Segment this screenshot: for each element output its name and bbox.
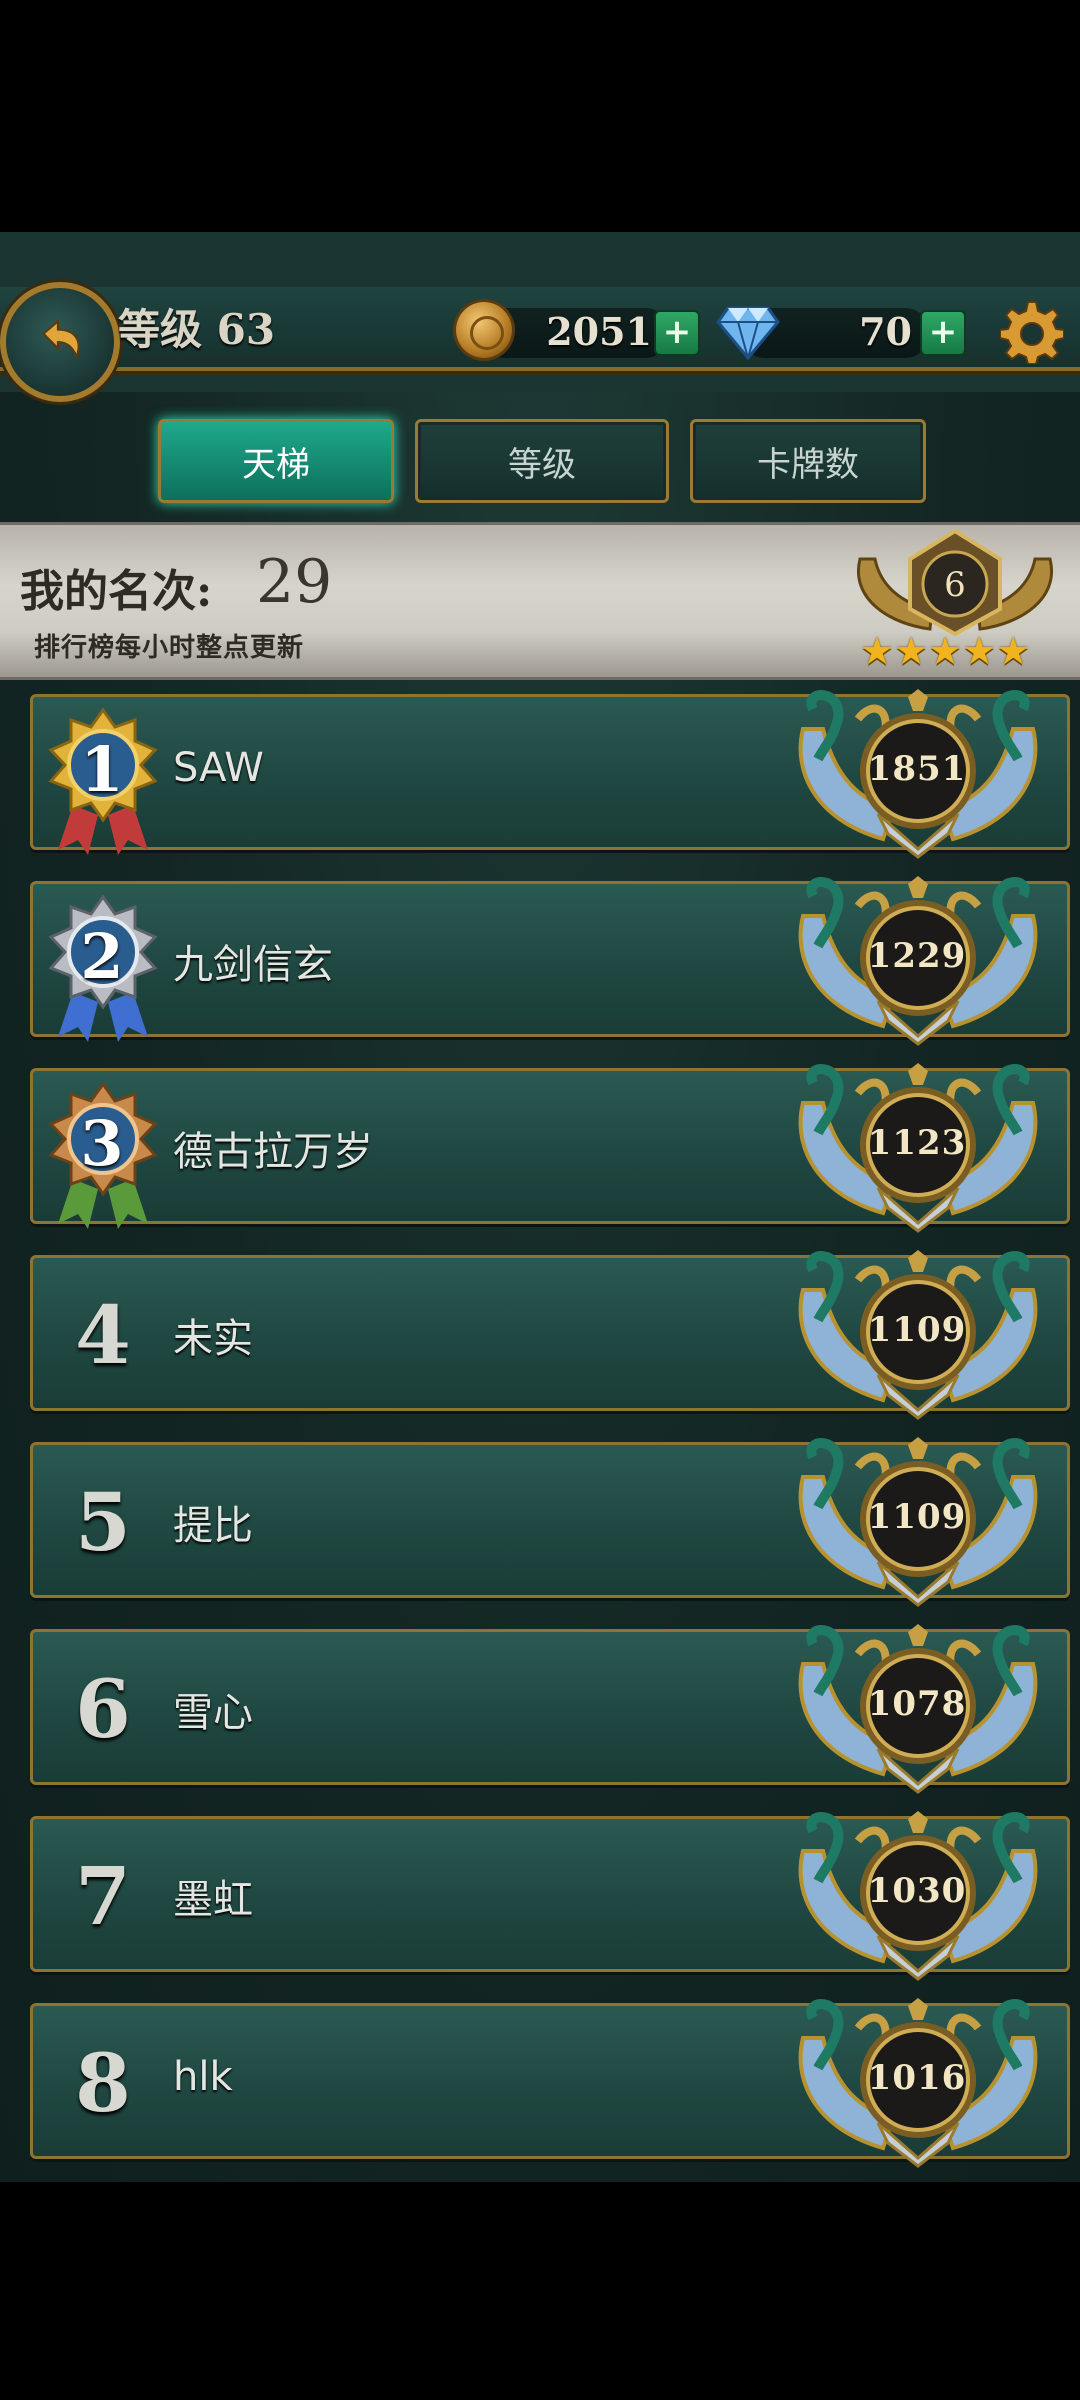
player-name: 九剑信玄: [173, 942, 333, 988]
rank-number: 2: [80, 920, 124, 993]
back-button[interactable]: [0, 282, 120, 402]
tab-level[interactable]: 等级: [415, 419, 669, 503]
ladder-score: 1016: [867, 2058, 967, 2098]
player-level: 等级 63: [118, 305, 276, 354]
rank-number: 4: [75, 1288, 131, 1382]
tab-ladder[interactable]: 天梯: [158, 419, 394, 503]
ladder-score: 1851: [867, 749, 967, 789]
game-screen: 等级 63 2051 + 70 + 天梯 等级 卡牌数 我的名次: 29 排行榜…: [0, 232, 1080, 2182]
player-name: hlk: [173, 2054, 233, 2100]
my-rank-value: 29: [256, 547, 333, 617]
player-name: 墨虹: [173, 1877, 253, 1923]
player-name: 德古拉万岁: [173, 1129, 373, 1175]
add-coins-button[interactable]: +: [654, 310, 700, 356]
ranking-row[interactable]: 1 SAW 1851: [30, 694, 1070, 850]
gem-count: 70: [859, 309, 912, 354]
ranking-row[interactable]: 5 提比 1109: [30, 1442, 1070, 1598]
back-arrow-icon: [41, 319, 80, 360]
add-gems-button[interactable]: +: [920, 310, 966, 356]
coin-count: 2051: [546, 309, 652, 354]
top-bar: 等级 63 2051 + 70 +: [0, 232, 1080, 402]
tab-card-count[interactable]: 卡牌数: [690, 419, 926, 503]
player-name: 未实: [173, 1316, 253, 1362]
player-name: SAW: [173, 745, 264, 791]
rank-number: 1: [80, 733, 124, 806]
player-name: 提比: [173, 1503, 253, 1549]
my-rank-label: 我的名次:: [20, 566, 213, 617]
player-name: 雪心: [173, 1690, 253, 1736]
ladder-score: 1123: [867, 1123, 967, 1163]
ladder-score: 1078: [867, 1684, 967, 1724]
update-note: 排行榜每小时整点更新: [34, 633, 305, 663]
ranking-row[interactable]: 6 雪心 1078: [30, 1629, 1070, 1785]
ladder-score: 1109: [867, 1497, 967, 1537]
ranking-row[interactable]: 4 未实 1109: [30, 1255, 1070, 1411]
ladder-score: 1109: [867, 1310, 967, 1350]
gear-icon[interactable]: [1000, 300, 1064, 364]
ladder-score: 1030: [867, 1871, 967, 1911]
my-rank-banner: 我的名次: 29 排行榜每小时整点更新 6 ★★★★★: [0, 522, 1080, 680]
diamond-icon: [716, 306, 780, 360]
ladder-score: 1229: [867, 936, 967, 976]
tier-number: 6: [944, 565, 966, 605]
coin-icon: [456, 302, 512, 358]
rank-number: 8: [75, 2036, 131, 2130]
ranking-row[interactable]: 3 德古拉万岁 1123: [30, 1068, 1070, 1224]
rank-number: 6: [75, 1662, 131, 1756]
star-rating: ★★★★★: [860, 629, 1031, 673]
ranking-row[interactable]: 8 hlk 1016: [30, 2003, 1070, 2159]
ranking-row[interactable]: 2 九剑信玄 1229: [30, 881, 1070, 1037]
rank-number: 7: [75, 1849, 131, 1943]
ranking-row[interactable]: 7 墨虹 1030: [30, 1816, 1070, 1972]
rank-number: 5: [75, 1475, 131, 1569]
rank-number: 3: [80, 1107, 124, 1180]
